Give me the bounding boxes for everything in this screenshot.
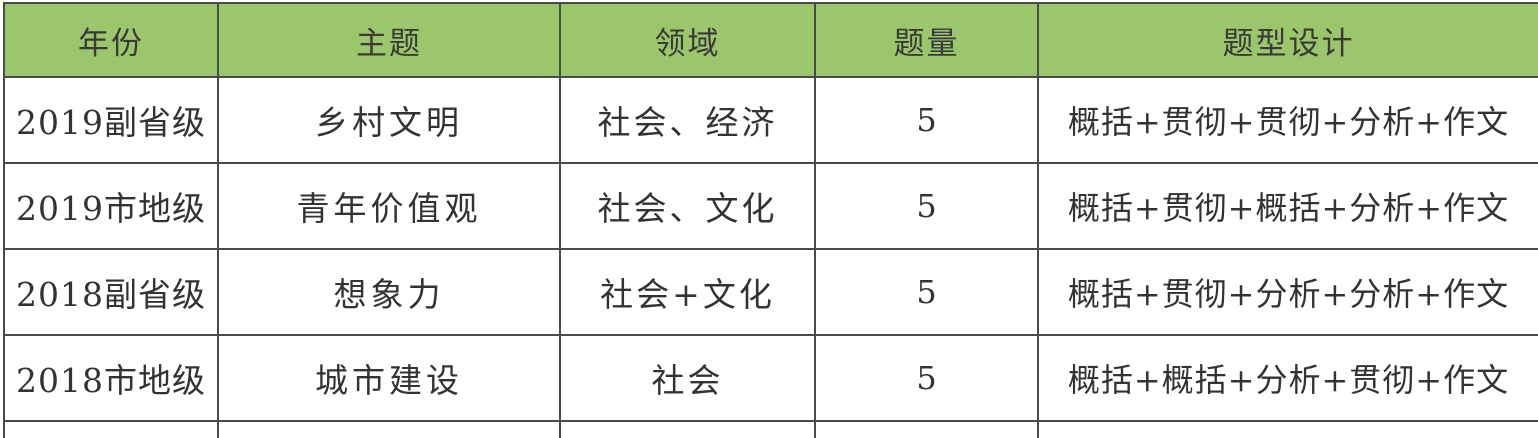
cell-question-design: 概括+贯彻+分析+分析+作文 <box>1037 248 1538 336</box>
table-row: 2018市地级 城市建设 社会 5 概括+概括+分析+贯彻+作文 <box>3 334 1538 422</box>
cell-empty <box>217 420 561 438</box>
header-topic: 主题 <box>217 2 561 78</box>
cell-year: 2018副省级 <box>3 248 219 336</box>
cell-topic: 青年价值观 <box>217 162 561 250</box>
header-year: 年份 <box>3 2 219 78</box>
header-question-design: 题型设计 <box>1037 2 1538 78</box>
cell-year: 2018市地级 <box>3 334 219 422</box>
cell-field: 社会、经济 <box>559 76 816 164</box>
cell-topic: 城市建设 <box>217 334 561 422</box>
cell-question-count: 5 <box>814 76 1039 164</box>
cell-field: 社会 <box>559 334 816 422</box>
table-row: 2019副省级 乡村文明 社会、经济 5 概括+贯彻+贯彻+分析+作文 <box>3 76 1538 164</box>
table-header-row: 年份 主题 领域 题量 题型设计 <box>3 2 1538 78</box>
table-row-cut-off <box>3 420 1538 438</box>
cell-question-design: 概括+贯彻+概括+分析+作文 <box>1037 162 1538 250</box>
cell-topic: 乡村文明 <box>217 76 561 164</box>
table-row: 2018副省级 想象力 社会+文化 5 概括+贯彻+分析+分析+作文 <box>3 248 1538 336</box>
cell-question-design: 概括+概括+分析+贯彻+作文 <box>1037 334 1538 422</box>
table-row: 2019市地级 青年价值观 社会、文化 5 概括+贯彻+概括+分析+作文 <box>3 162 1538 250</box>
cell-year: 2019副省级 <box>3 76 219 164</box>
cell-question-count: 5 <box>814 334 1039 422</box>
cell-question-design: 概括+贯彻+贯彻+分析+作文 <box>1037 76 1538 164</box>
cell-empty <box>3 420 219 438</box>
cell-empty <box>559 420 816 438</box>
header-question-count: 题量 <box>814 2 1039 78</box>
cell-question-count: 5 <box>814 162 1039 250</box>
exam-table-container: 年份 主题 领域 题量 题型设计 2019副省级 乡村文明 社会、经济 5 概括… <box>3 2 1538 438</box>
cell-year: 2019市地级 <box>3 162 219 250</box>
cell-field: 社会+文化 <box>559 248 816 336</box>
cell-question-count: 5 <box>814 248 1039 336</box>
cell-empty <box>814 420 1039 438</box>
cell-topic: 想象力 <box>217 248 561 336</box>
cell-empty <box>1037 420 1538 438</box>
cell-field: 社会、文化 <box>559 162 816 250</box>
exam-topics-table: 年份 主题 领域 题量 题型设计 2019副省级 乡村文明 社会、经济 5 概括… <box>3 2 1538 438</box>
header-field: 领域 <box>559 2 816 78</box>
